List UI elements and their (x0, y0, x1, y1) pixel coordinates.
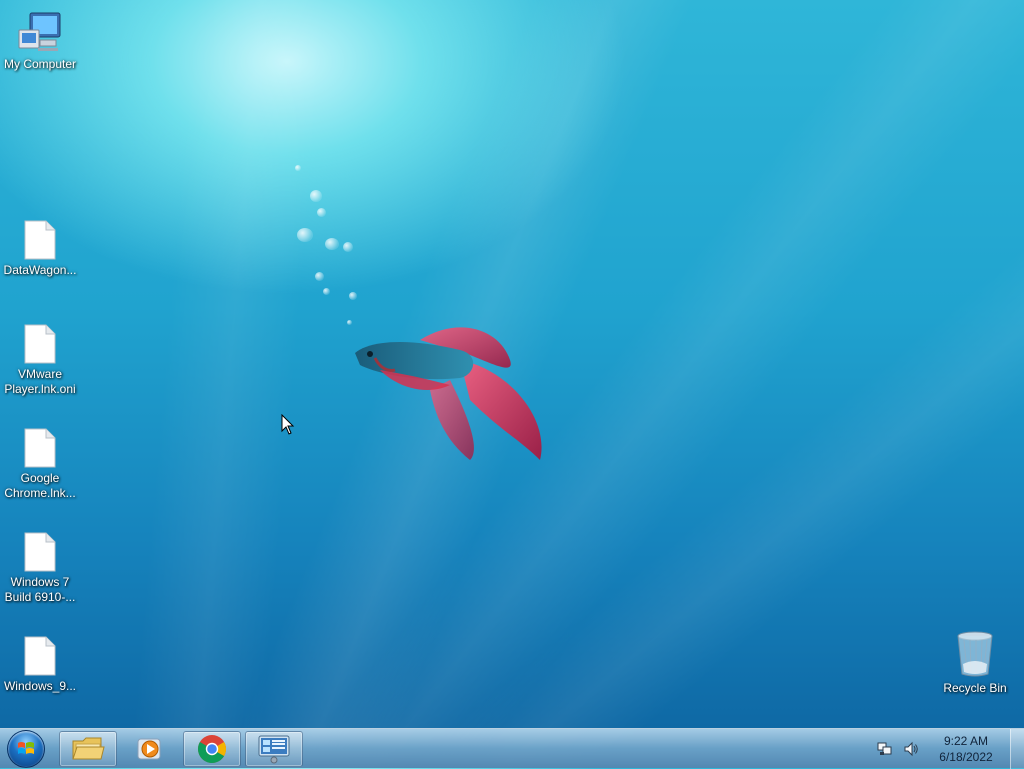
folder-icon (72, 737, 105, 760)
remote-desktop-icon (258, 735, 290, 764)
recycle-bin-icon (957, 631, 993, 677)
volume-icon[interactable] (902, 740, 920, 758)
desktop-icon-label: DataWagon... (3, 263, 77, 277)
taskbar-windows-explorer-button[interactable] (59, 731, 117, 767)
show-desktop-button[interactable] (1010, 729, 1024, 769)
taskbar-media-player-button[interactable] (121, 731, 179, 767)
desktop-icon-label: VMware Player.lnk.oni (4, 367, 76, 396)
start-button[interactable] (4, 730, 48, 768)
taskbar: 9:22 AM 6/18/2022 (0, 728, 1024, 769)
blank-file-icon (24, 220, 56, 260)
blank-file-icon (24, 532, 56, 572)
clock[interactable]: 9:22 AM 6/18/2022 (936, 733, 996, 765)
wallpaper-bubbles (285, 160, 375, 340)
desktop-icon-vmware-player[interactable]: VMware Player.lnk.oni (0, 324, 80, 397)
blank-file-icon (24, 428, 56, 468)
taskbar-remote-desktop-button[interactable] (245, 731, 303, 767)
clock-date: 6/18/2022 (939, 750, 993, 764)
clock-time: 9:22 AM (943, 734, 989, 748)
desktop-icon-windows7-build[interactable]: Windows 7 Build 6910-... (0, 532, 80, 605)
system-tray: 9:22 AM 6/18/2022 (876, 729, 996, 769)
desktop-icon-datawagon[interactable]: DataWagon... (0, 220, 80, 278)
desktop-icon-label: Windows_9... (3, 679, 77, 693)
computer-icon (18, 12, 61, 51)
blank-file-icon (24, 636, 56, 676)
blank-file-icon (24, 324, 56, 364)
desktop-icon-label: Recycle Bin (943, 681, 1007, 695)
desktop-icon-google-chrome[interactable]: Google Chrome.lnk... (0, 428, 80, 501)
network-icon[interactable] (876, 740, 894, 758)
desktop-icon-label: Windows 7 Build 6910-... (4, 575, 76, 604)
chrome-icon (198, 735, 226, 763)
desktop-icon-label: My Computer (3, 57, 77, 71)
desktop-icon-windows9[interactable]: Windows_9... (0, 636, 80, 694)
mouse-cursor-icon (281, 414, 295, 435)
desktop-icon-recycle-bin[interactable]: Recycle Bin (935, 630, 1015, 696)
desktop-icon-my-computer[interactable]: My Computer (0, 10, 80, 72)
media-player-icon (137, 738, 161, 760)
betta-fish-wallpaper (355, 327, 542, 460)
windows-logo-icon (7, 730, 45, 768)
taskbar-google-chrome-button[interactable] (183, 731, 241, 767)
desktop-icon-label: Google Chrome.lnk... (4, 471, 76, 500)
